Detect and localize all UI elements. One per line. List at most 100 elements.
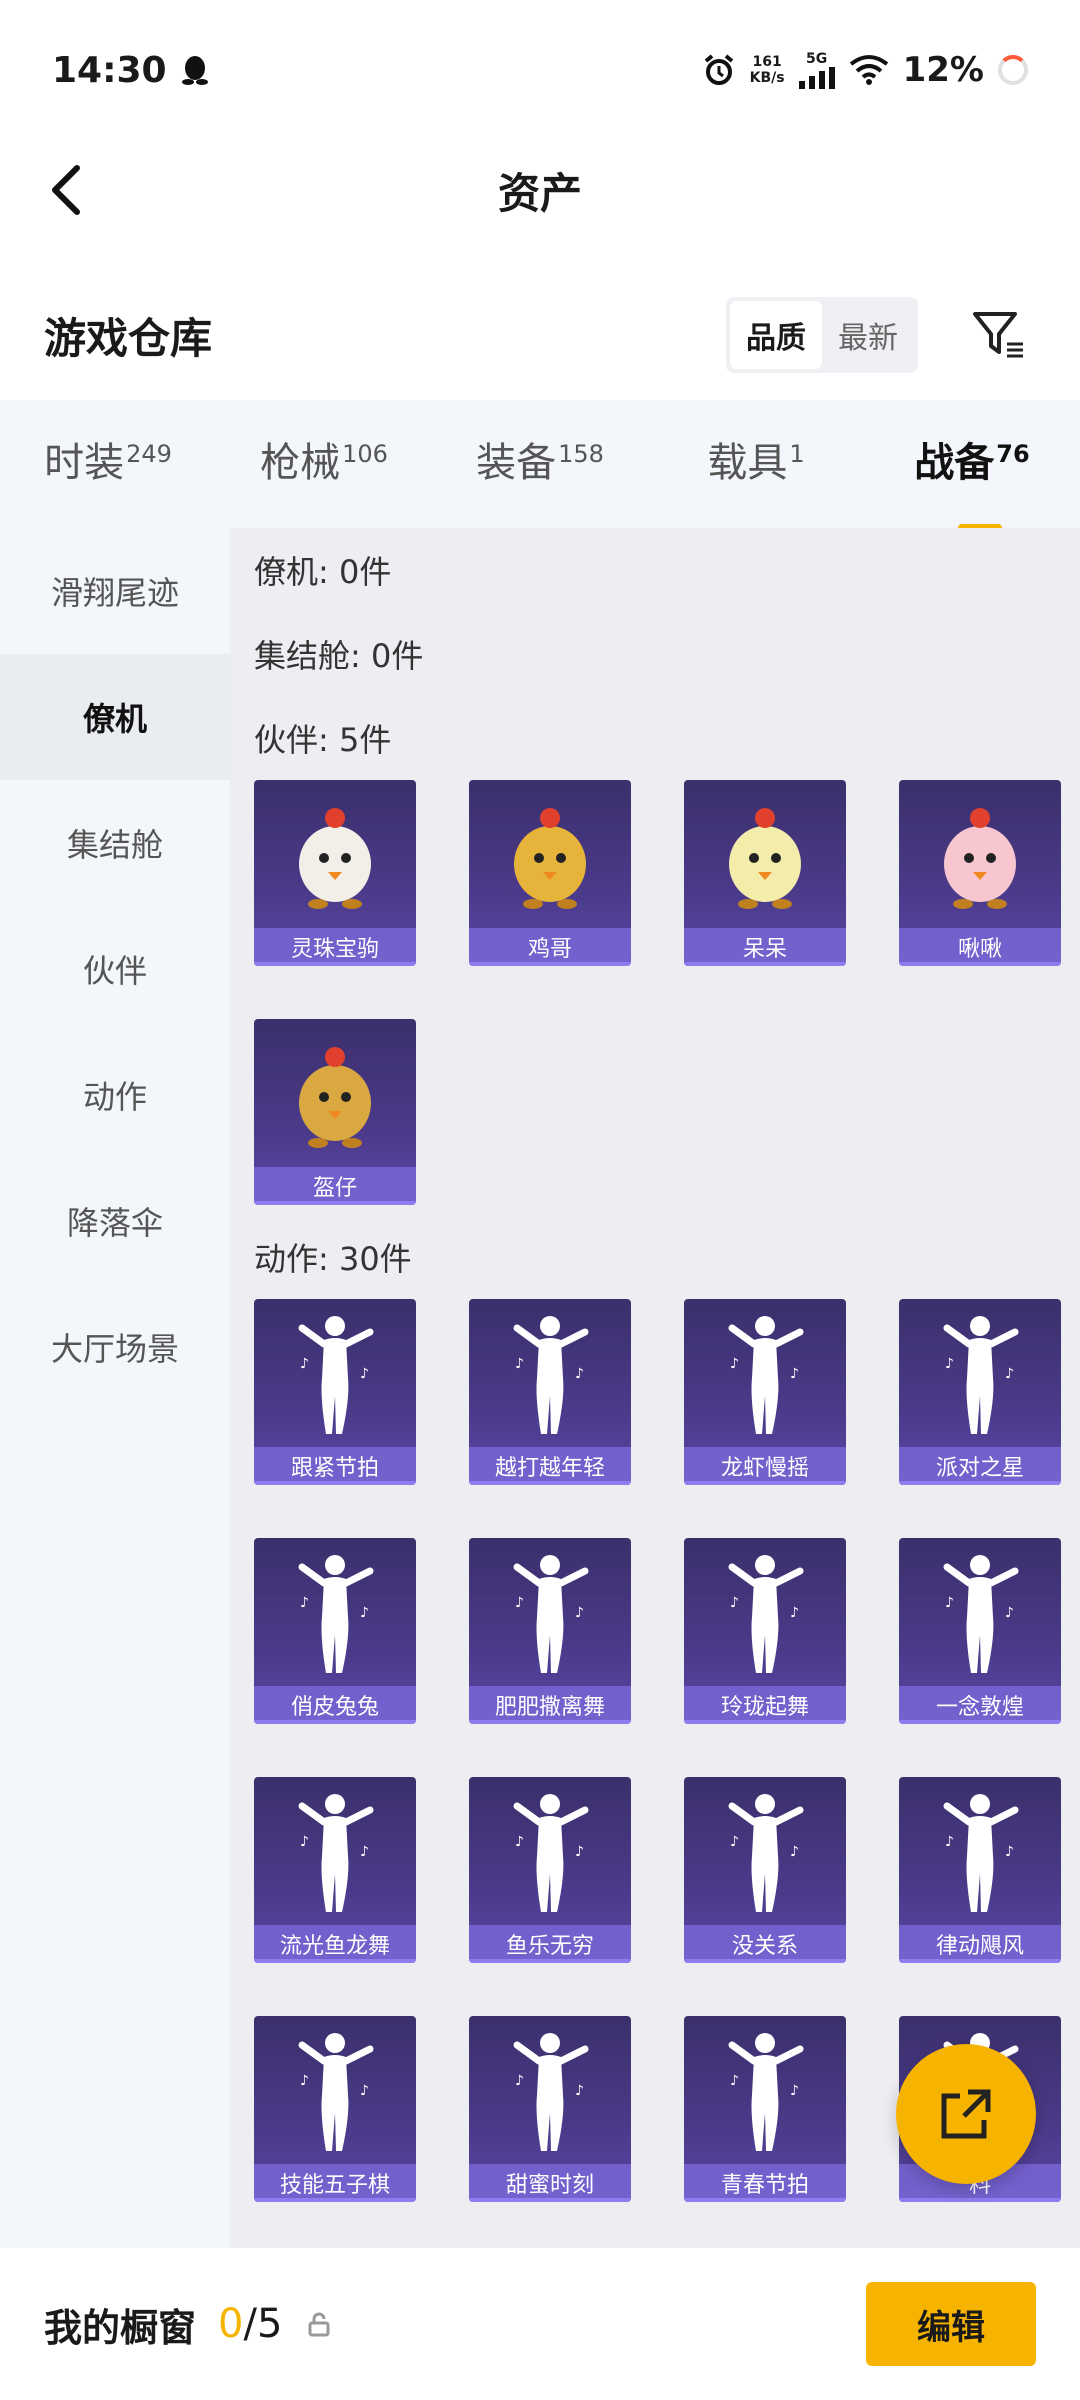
card-bottom-stripe xyxy=(899,2198,1061,2202)
emote-card[interactable]: ♪ ♪ 一念敦煌 xyxy=(899,1538,1061,1724)
tab-guns[interactable]: 枪械106 xyxy=(216,430,432,488)
side-menu: 滑翔尾迹 僚机 集结舱 伙伴 动作 降落伞 大厅场景 xyxy=(0,528,230,2248)
dancer-silhouette-icon: ♪♪ xyxy=(684,1538,846,1686)
category-tabs: 时装249 枪械106 装备158 载具1 战备76 xyxy=(0,400,1080,528)
dancer-silhouette-icon: ♪♪ xyxy=(254,1777,416,1925)
partner-card-label: 啾啾 xyxy=(899,928,1061,966)
side-item-pod[interactable]: 集结舱 xyxy=(0,780,230,906)
sort-quality-button[interactable]: 品质 xyxy=(730,301,822,369)
network-label: 5G xyxy=(805,51,828,67)
tab-vehicles[interactable]: 载具1 xyxy=(648,430,864,488)
side-item-wingman[interactable]: 僚机 xyxy=(0,654,230,780)
svg-text:♪: ♪ xyxy=(945,1356,954,1372)
emote-card[interactable]: ♪ ♪ 肥肥撒离舞 xyxy=(469,1538,631,1724)
card-bottom-stripe xyxy=(469,1959,631,1963)
showcase-count-current: 0 xyxy=(218,2301,244,2347)
svg-text:♪: ♪ xyxy=(575,2083,584,2099)
side-item-partner[interactable]: 伙伴 xyxy=(0,906,230,1032)
card-bottom-stripe xyxy=(684,1481,846,1485)
emote-card[interactable]: ♪ ♪ 青春节拍 xyxy=(684,2016,846,2202)
emote-card[interactable]: ♪ ♪ 流光鱼龙舞 xyxy=(254,1777,416,1963)
emote-card-label: 没关系 xyxy=(684,1925,846,1963)
network-type: 5G xyxy=(798,51,835,89)
card-bottom-stripe xyxy=(254,2198,416,2202)
emote-card[interactable]: ♪ ♪ 越打越年轻 xyxy=(469,1299,631,1485)
alarm-icon xyxy=(704,54,733,85)
svg-text:♪: ♪ xyxy=(360,1844,369,1860)
emote-card-label: 甜蜜时刻 xyxy=(469,2164,631,2202)
sort-toggle: 品质 最新 xyxy=(726,297,918,373)
side-item-parachute[interactable]: 降落伞 xyxy=(0,1158,230,1284)
partner-figure-icon xyxy=(254,780,416,928)
dancer-silhouette-icon: ♪♪ xyxy=(469,1777,631,1925)
dancer-silhouette-icon: ♪♪ xyxy=(254,2016,416,2164)
emote-card[interactable]: ♪ ♪ 玲珑起舞 xyxy=(684,1538,846,1724)
tab-count: 158 xyxy=(558,439,604,468)
emote-card-label: 鱼乐无穷 xyxy=(469,1925,631,1963)
section-title-wingman: 僚机: 0件 xyxy=(254,553,392,591)
partner-card[interactable]: 灵珠宝驹 xyxy=(254,780,416,966)
filter-button[interactable] xyxy=(968,304,1030,366)
emote-card[interactable]: ♪ ♪ 技能五子棋 xyxy=(254,2016,416,2202)
section-title-emote: 动作: 30件 xyxy=(254,1240,412,1278)
card-bottom-stripe xyxy=(469,1481,631,1485)
partner-card-label: 灵珠宝驹 xyxy=(254,928,416,966)
showcase-bar: 我的橱窗 0/5 编辑 xyxy=(0,2248,1080,2400)
partner-card-label: 呆呆 xyxy=(684,928,846,966)
card-bottom-stripe xyxy=(899,1720,1061,1724)
back-button[interactable] xyxy=(40,164,92,216)
side-item-emote[interactable]: 动作 xyxy=(0,1032,230,1158)
partner-figure-icon xyxy=(469,780,631,928)
side-item-glide-trail[interactable]: 滑翔尾迹 xyxy=(0,528,230,654)
card-bottom-stripe xyxy=(254,962,416,966)
edit-button[interactable]: 编辑 xyxy=(866,2282,1036,2366)
warehouse-title: 游戏仓库 xyxy=(44,313,213,363)
tab-count: 1 xyxy=(789,439,805,468)
dancer-silhouette-icon: ♪♪ xyxy=(899,1777,1061,1925)
emote-card[interactable]: ♪ ♪ 跟紧节拍 xyxy=(254,1299,416,1485)
tab-equipment[interactable]: 装备158 xyxy=(432,430,648,488)
emote-card[interactable]: ♪ ♪ 俏皮兔兔 xyxy=(254,1538,416,1724)
wifi-icon xyxy=(849,55,888,85)
tab-fashion[interactable]: 时装249 xyxy=(0,430,216,488)
svg-text:♪: ♪ xyxy=(730,2073,739,2089)
battery-percent: 12% xyxy=(902,50,984,90)
partner-card[interactable]: 盔仔 xyxy=(254,1019,416,1205)
emote-card[interactable]: ♪ ♪ 甜蜜时刻 xyxy=(469,2016,631,2202)
tab-label: 枪械 xyxy=(260,440,341,486)
partner-card-label: 盔仔 xyxy=(254,1167,416,1205)
partner-card[interactable]: 啾啾 xyxy=(899,780,1061,966)
card-bottom-stripe xyxy=(254,1959,416,1963)
status-time: 14:30 xyxy=(52,49,167,91)
dancer-silhouette-icon: ♪♪ xyxy=(469,1299,631,1447)
emote-card[interactable]: ♪ ♪ 龙虾慢摇 xyxy=(684,1299,846,1485)
section-title-pod: 集结舱: 0件 xyxy=(254,637,424,675)
section-title-partner: 伙伴: 5件 xyxy=(254,721,392,759)
svg-text:♪: ♪ xyxy=(730,1595,739,1611)
dancer-silhouette-icon: ♪♪ xyxy=(899,1299,1061,1447)
svg-text:♪: ♪ xyxy=(515,1595,524,1611)
emote-card[interactable]: ♪ ♪ 派对之星 xyxy=(899,1299,1061,1485)
tab-battle-gear[interactable]: 战备76 xyxy=(864,430,1080,488)
net-speed: 161 KB/s xyxy=(750,54,785,86)
partner-card[interactable]: 呆呆 xyxy=(684,780,846,966)
dancer-silhouette-icon: ♪♪ xyxy=(469,1538,631,1686)
dancer-silhouette-icon: ♪♪ xyxy=(684,1299,846,1447)
emote-card[interactable]: ♪ ♪ 律动飓风 xyxy=(899,1777,1061,1963)
svg-text:♪: ♪ xyxy=(575,1605,584,1621)
share-fab-button[interactable] xyxy=(896,2044,1036,2184)
card-bottom-stripe xyxy=(469,2198,631,2202)
svg-text:♪: ♪ xyxy=(300,1834,309,1850)
sort-newest-button[interactable]: 最新 xyxy=(822,301,914,369)
emote-card-label: 龙虾慢摇 xyxy=(684,1447,846,1485)
card-bottom-stripe xyxy=(899,1481,1061,1485)
back-arrow-icon xyxy=(52,165,80,215)
side-item-lobby-scene[interactable]: 大厅场景 xyxy=(0,1284,230,1410)
partner-card[interactable]: 鸡哥 xyxy=(469,780,631,966)
svg-text:♪: ♪ xyxy=(300,2073,309,2089)
tab-count: 106 xyxy=(342,439,388,468)
partner-figure-icon xyxy=(254,1019,416,1167)
svg-text:♪: ♪ xyxy=(1005,1605,1014,1621)
emote-card[interactable]: ♪ ♪ 没关系 xyxy=(684,1777,846,1963)
emote-card[interactable]: ♪ ♪ 鱼乐无穷 xyxy=(469,1777,631,1963)
